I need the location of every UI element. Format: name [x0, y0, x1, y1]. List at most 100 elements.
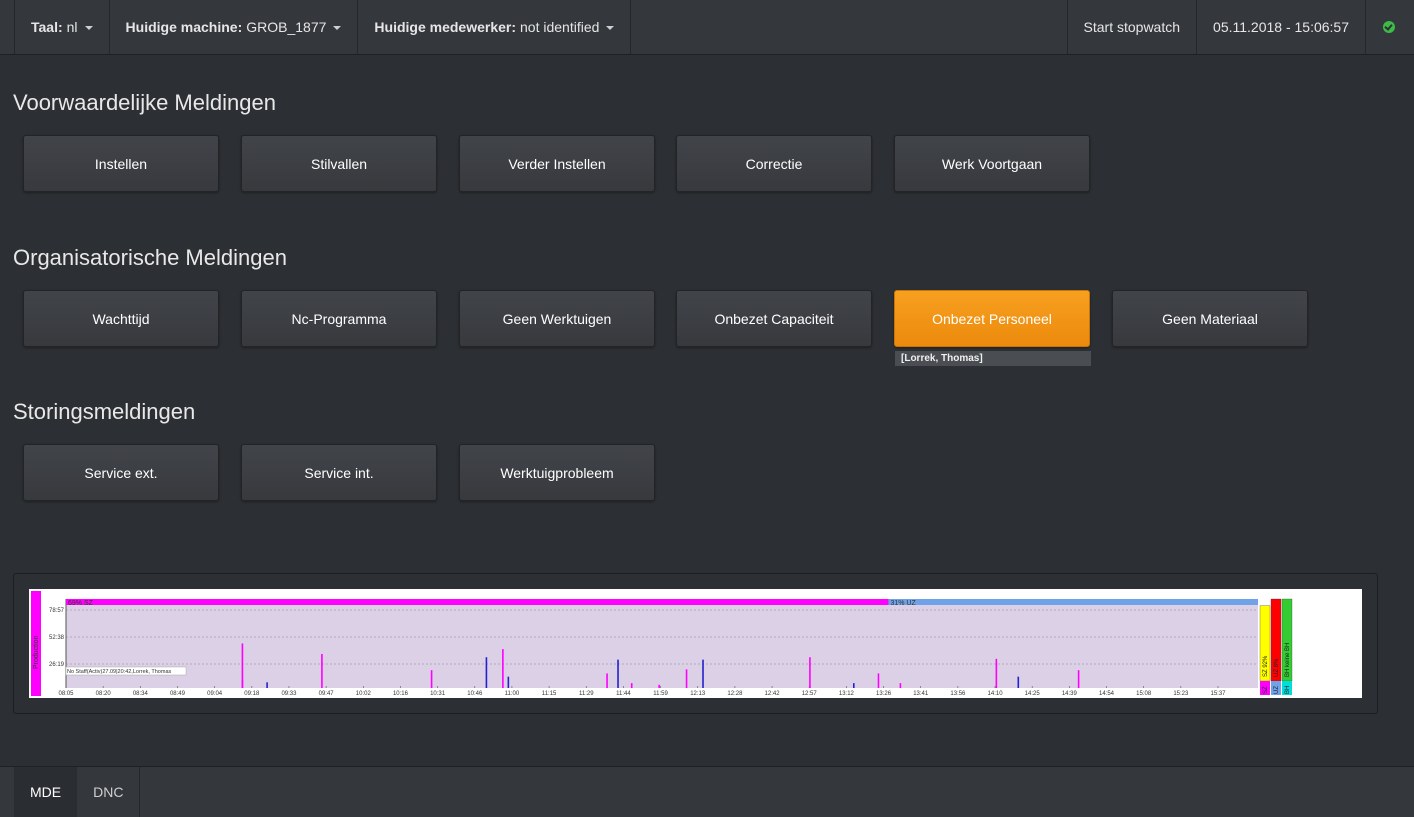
production-side-label: Production — [33, 635, 40, 669]
geen-werktuigen-button[interactable]: Geen Werktuigen — [459, 290, 655, 347]
x-tick-label: 10:31 — [430, 691, 446, 697]
chevron-down-icon — [84, 26, 93, 30]
x-tick-label: 10:16 — [393, 691, 409, 697]
x-tick-label: 08:05 — [58, 691, 74, 697]
timeline-bar — [702, 659, 704, 688]
connection-status — [1366, 0, 1414, 54]
side-bar-label: UZ 8% — [1274, 658, 1280, 677]
x-tick-label: 09:33 — [281, 691, 297, 697]
x-tick-label: 15:37 — [1210, 691, 1226, 697]
x-tick-label: 12:42 — [765, 691, 781, 697]
top-band-label: 69% SZ — [68, 600, 94, 607]
onbezet-personeel-button[interactable]: Onbezet Personeel — [894, 290, 1090, 347]
x-tick-label: 14:39 — [1062, 691, 1078, 697]
onbezet-capaciteit-button[interactable]: Onbezet Capaciteit — [676, 290, 872, 347]
werk-voortgaan-button[interactable]: Werk Voortgaan — [894, 135, 1090, 192]
x-tick-label: 14:25 — [1025, 691, 1041, 697]
wachttijd-button[interactable]: Wachttijd — [23, 290, 219, 347]
side-legend-label: BH — [1285, 686, 1291, 694]
x-tick-label: 14:10 — [988, 691, 1004, 697]
side-legend-label: SZ — [1263, 686, 1269, 694]
timeline-bar — [995, 658, 998, 688]
production-timeline-chart: Production 69% SZ 31% UZ 78:57 52:38 26:19 08:… — [31, 591, 1293, 697]
nc-programma-button[interactable]: Nc-Programma — [241, 290, 437, 347]
x-tick-label: 08:20 — [96, 691, 112, 697]
section-title-faults: Storingsmeldingen — [13, 399, 196, 424]
tab-dnc[interactable]: DNC — [77, 767, 141, 817]
employee-dropdown[interactable]: Huidige medewerker: not identified — [358, 0, 632, 54]
timeline-bar — [502, 649, 504, 688]
timeline-bar — [321, 653, 323, 688]
service-ext-button[interactable]: Service ext. — [23, 444, 219, 501]
correctie-button[interactable]: Correctie — [676, 135, 872, 192]
x-tick-label: 10:02 — [356, 691, 372, 697]
timeline-bar — [266, 682, 268, 688]
chevron-down-icon — [606, 26, 615, 30]
y-tick-label: 26:19 — [49, 662, 65, 668]
x-tick-label: 08:49 — [170, 691, 186, 697]
timeline-bar — [852, 683, 855, 688]
section-title-organizational: Organisatorische Meldingen — [13, 245, 287, 270]
bottom-bar: MDE DNC — [0, 766, 1414, 817]
timeline-bar — [507, 676, 510, 688]
chevron-down-icon — [333, 26, 342, 30]
language-dropdown[interactable]: Taal: nl — [14, 0, 110, 54]
side-bar-label: BH keine BH — [1285, 643, 1291, 677]
x-tick-label: 11:59 — [653, 691, 668, 697]
timeline-bar — [606, 673, 608, 688]
service-int-button[interactable]: Service int. — [241, 444, 437, 501]
x-tick-label: 12:13 — [690, 691, 706, 697]
verder-instellen-button[interactable]: Verder Instellen — [459, 135, 655, 192]
x-tick-label: 11:15 — [542, 691, 557, 697]
x-tick-label: 13:12 — [839, 691, 855, 697]
start-stopwatch-button[interactable]: Start stopwatch — [1066, 0, 1198, 54]
timeline-bar — [899, 683, 902, 688]
machine-label: Huidige machine: — [125, 19, 243, 35]
x-tick-label: 11:29 — [579, 691, 594, 697]
language-label: Taal: — [31, 19, 63, 35]
side-bar-label: SZ 92% — [1263, 655, 1269, 677]
x-tick-label: 13:56 — [950, 691, 966, 697]
timeline-bar — [1077, 670, 1080, 688]
timeline-bar — [430, 670, 433, 688]
side-legend-label: UZ — [1274, 686, 1280, 694]
x-tick-label: 09:04 — [207, 691, 223, 697]
x-tick-label: 14:54 — [1099, 691, 1115, 697]
geen-materiaal-button[interactable]: Geen Materiaal — [1112, 290, 1308, 347]
instellen-button[interactable]: Instellen — [23, 135, 219, 192]
machine-value: GROB_1877 — [246, 19, 327, 35]
employee-label: Huidige medewerker: — [374, 19, 517, 35]
x-tick-label: 15:08 — [1136, 691, 1152, 697]
machine-dropdown[interactable]: Huidige machine: GROB_1877 — [110, 0, 359, 54]
x-tick-label: 11:44 — [616, 691, 631, 697]
x-tick-label: 10:46 — [467, 691, 483, 697]
x-tick-label: 11:00 — [505, 691, 520, 697]
timeline-bar — [658, 684, 660, 688]
top-band-label: 31% UZ — [890, 600, 916, 607]
timeline-bar — [617, 659, 619, 688]
stilvallen-button[interactable]: Stilvallen — [241, 135, 437, 192]
timeline-bar — [241, 679, 244, 688]
x-tick-label: 13:26 — [876, 691, 892, 697]
timeline-bar — [485, 657, 488, 688]
section-title-conditional: Voorwaardelijke Meldingen — [13, 90, 276, 115]
timeline-bar — [685, 669, 688, 688]
top-band-segment — [888, 599, 1258, 605]
active-staff-label: [Lorrek, Thomas] — [895, 351, 1091, 366]
tab-mde[interactable]: MDE — [14, 767, 78, 817]
timeline-bar — [877, 673, 880, 688]
x-tick-label: 08:34 — [133, 691, 149, 697]
employee-value: not identified — [520, 19, 600, 35]
werktuigprobleem-button[interactable]: Werktuigprobleem — [459, 444, 655, 501]
y-tick-label: 78:57 — [49, 608, 65, 614]
top-bar: Taal: nl Huidige machine: GROB_1877 Huid… — [0, 0, 1414, 55]
y-tick-label: 52:38 — [49, 635, 65, 641]
current-datetime: 05.11.2018 - 15:06:57 — [1197, 0, 1366, 54]
x-tick-label: 09:47 — [319, 691, 335, 697]
timeline-bar — [1017, 676, 1020, 688]
timeline-bar — [630, 683, 633, 688]
timeline-bar — [809, 657, 811, 688]
top-band-segment — [66, 599, 889, 605]
x-tick-label: 13:41 — [913, 691, 929, 697]
